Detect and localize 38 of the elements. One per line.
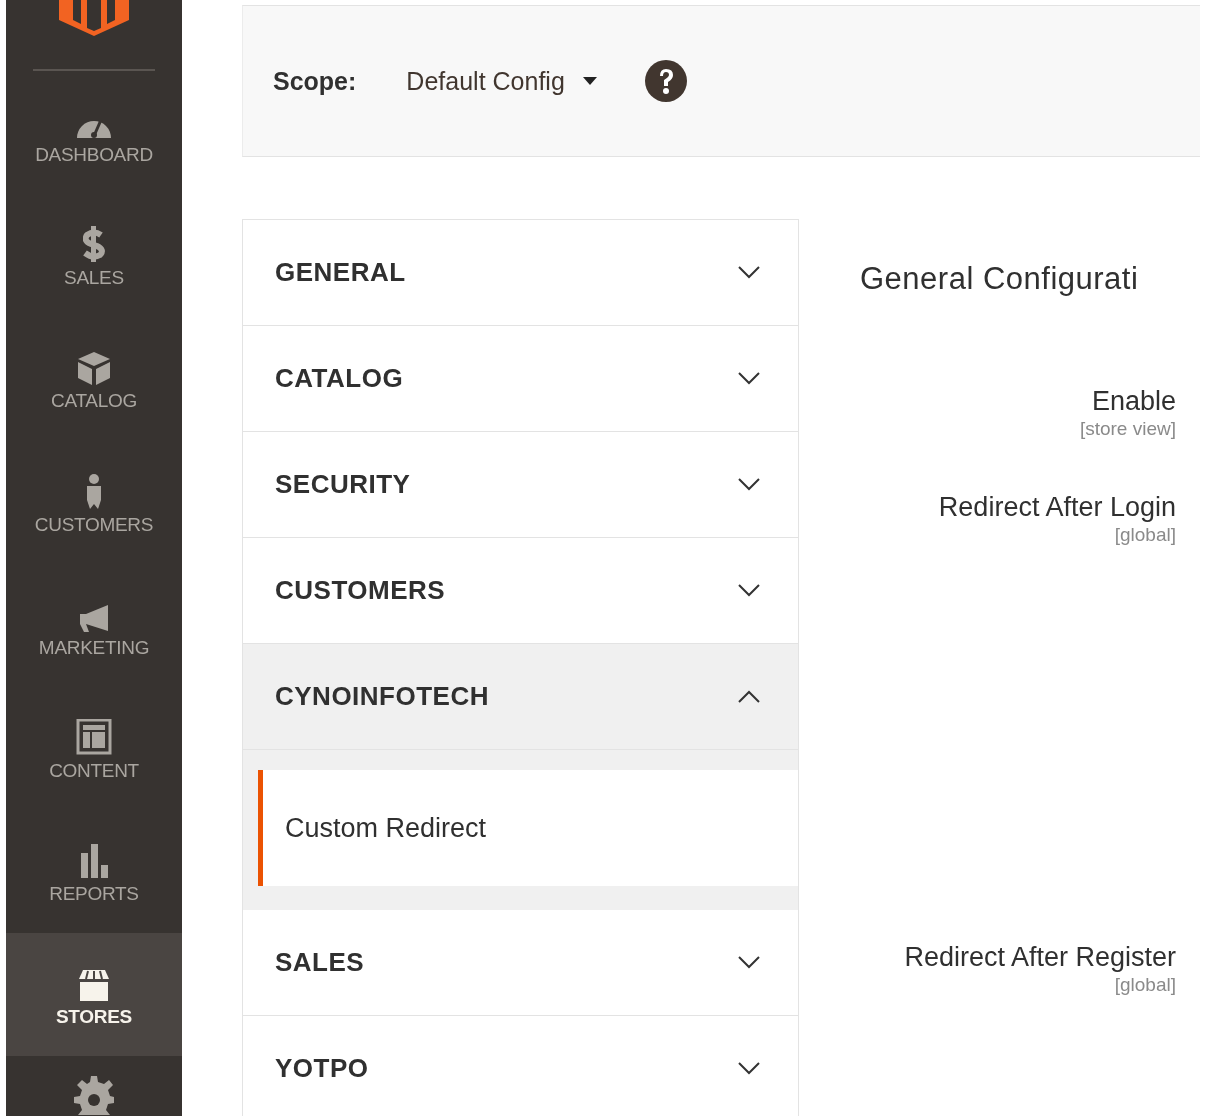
dollar-icon: [83, 226, 105, 263]
scope-label: Scope:: [273, 66, 357, 96]
nav-item[interactable]: REPORTS: [6, 809, 182, 933]
megaphone-icon: [80, 604, 108, 632]
chevron-icon: [738, 266, 760, 279]
nav-item[interactable]: CATALOG: [6, 317, 182, 441]
box-icon: [78, 352, 110, 386]
nav-item[interactable]: CONTENT: [6, 686, 182, 810]
section-title: General Configurati: [860, 261, 1139, 297]
chevron-icon: [738, 372, 760, 385]
nav-item[interactable]: STORES: [6, 932, 182, 1056]
nav-item[interactable]: DASHBOARD: [6, 71, 182, 195]
layout-icon: [76, 718, 112, 755]
field-label: Enable: [1091, 385, 1176, 417]
chevron-icon: [738, 478, 760, 491]
scope-note: [global]: [1114, 973, 1176, 997]
storefront-icon: [79, 969, 109, 1001]
gauge-icon: [77, 120, 111, 140]
caret-icon: [582, 77, 597, 85]
submenu-item[interactable]: Custom Redirect: [258, 770, 798, 886]
chevron-icon: [738, 1062, 760, 1075]
field-label: Redirect After Login: [938, 491, 1176, 523]
chevron-icon: [738, 584, 760, 597]
gear-icon[interactable]: [74, 1076, 114, 1116]
logo-icon[interactable]: [59, 0, 129, 36]
nav-item[interactable]: CUSTOMERS: [6, 440, 182, 564]
section-header[interactable]: CYNOINFOTECH: [243, 644, 798, 750]
chevron-icon: [738, 690, 760, 703]
scope-note: [store view]: [1079, 417, 1176, 441]
chevron-icon: [738, 956, 760, 969]
field-label: Redirect After Register: [904, 941, 1176, 973]
help-icon[interactable]: [644, 60, 687, 102]
scope-note: [global]: [1114, 523, 1176, 547]
bar-chart-icon: [80, 843, 108, 878]
nav-item[interactable]: MARKETING: [6, 563, 182, 687]
scope-dropdown[interactable]: Default Config: [406, 66, 597, 96]
nav-item[interactable]: SALES: [6, 194, 182, 318]
person-icon: [87, 473, 101, 509]
